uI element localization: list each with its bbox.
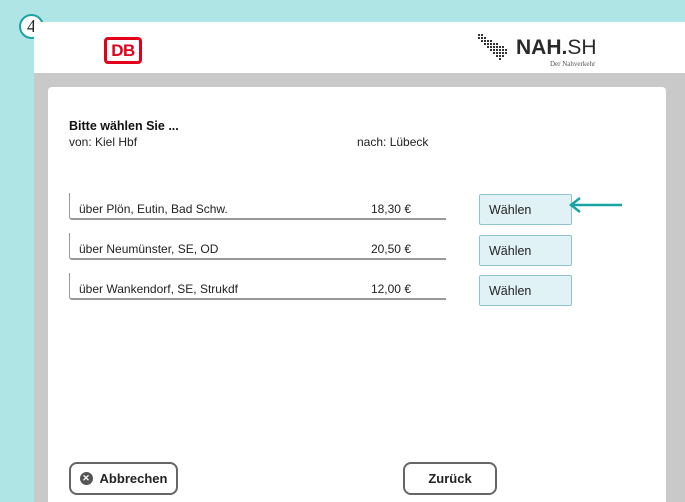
route-selection-panel: Bitte wählen Sie ... von: Kiel Hbf nach:…	[48, 87, 666, 502]
route-price: 12,00 €	[370, 282, 411, 296]
route-row: über Neumünster, SE, OD 20,50 €	[69, 233, 446, 260]
origin-station: von: Kiel Hbf	[69, 135, 138, 149]
page-title: Bitte wählen Sie ...	[69, 119, 179, 133]
route-label: über Plön, Eutin, Bad Schw.	[79, 202, 228, 216]
arrow-left-icon	[568, 197, 622, 213]
cancel-button-label: Abbrechen	[99, 471, 168, 486]
route-row: über Wankendorf, SE, Strukdf 12,00 €	[69, 273, 446, 300]
cancel-button[interactable]: ✕ Abbrechen	[69, 462, 178, 495]
back-button[interactable]: Zurück	[403, 462, 497, 495]
nah-sh-map-icon	[478, 34, 507, 60]
x-circle-icon: ✕	[79, 472, 93, 485]
route-row: über Plön, Eutin, Bad Schw. 18,30 €	[69, 193, 446, 220]
nah-sh-tagline: Der Nahverkehr	[550, 60, 596, 68]
route-price: 18,30 €	[370, 202, 411, 216]
ticket-machine-screen: DB NAH.SH Der Nahverkehr Bitte wählen Si…	[34, 22, 685, 502]
nah-sh-logo: NAH.SH Der Nahverkehr	[476, 32, 626, 68]
select-route-button[interactable]: Wählen	[479, 275, 572, 306]
route-label: über Neumünster, SE, OD	[79, 242, 219, 256]
destination-station: nach: Lübeck	[357, 135, 429, 149]
route-price: 20,50 €	[370, 242, 411, 256]
nah-sh-brand: NAH.SH	[516, 36, 597, 59]
route-label: über Wankendorf, SE, Strukdf	[79, 282, 238, 296]
select-route-button[interactable]: Wählen	[479, 235, 572, 266]
db-logo: DB	[104, 37, 142, 64]
header: DB NAH.SH Der Nahverkehr	[34, 22, 685, 73]
select-route-button[interactable]: Wählen	[479, 194, 572, 225]
